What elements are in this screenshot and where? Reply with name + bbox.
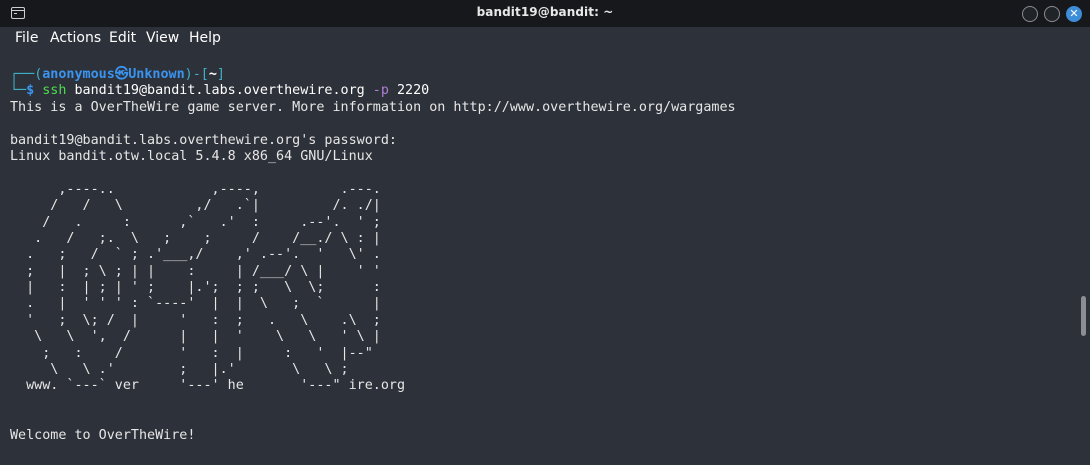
menu-actions[interactable]: Actions — [50, 30, 101, 46]
banner-line: ,----.. ,----, .---. — [10, 181, 381, 197]
title-bar[interactable]: bandit19@bandit: ~ ✕ — [0, 0, 1090, 27]
menu-bar: File Actions Edit View Help — [0, 27, 1090, 50]
banner-line: / . : ,` .' : .--'. ' ; — [10, 214, 381, 230]
terminal-window: bandit19@bandit: ~ ✕ File Actions Edit V… — [0, 0, 1090, 465]
minimize-button[interactable] — [1022, 6, 1038, 22]
prompt-line-command: └─$ ssh bandit19@bandit.labs.overthewire… — [10, 83, 736, 99]
menu-edit[interactable]: Edit — [109, 30, 136, 46]
banner-line: ' ; \; / | ' : ; . \ .\ ; — [10, 312, 381, 328]
welcome-line: Welcome to OverTheWire! — [10, 427, 196, 443]
prompt-at-icon: ㉿ — [114, 67, 129, 82]
command-name: ssh — [42, 83, 67, 99]
terminal-scrollbar[interactable] — [1077, 50, 1090, 465]
banner-line: www. `---` ver '---' he '---" ire.org — [10, 378, 406, 394]
close-button[interactable]: ✕ — [1066, 6, 1082, 22]
menu-view[interactable]: View — [146, 30, 179, 46]
output-line: This is a OverTheWire game server. More … — [10, 99, 736, 115]
menu-help[interactable]: Help — [189, 30, 221, 46]
banner-line: . / ;. \ ; ; / /__./ \ : | — [10, 230, 381, 246]
prompt-corner-bottom: └─ — [10, 83, 27, 99]
menu-file[interactable]: File — [15, 30, 38, 46]
banner-line: | : | ; | ' ; |.'; ; ; \ \; : — [10, 280, 381, 296]
prompt-dir: ~ — [208, 67, 217, 82]
banner-line: ; : / ' : | : ' |--" — [10, 345, 373, 361]
window-title: bandit19@bandit: ~ — [476, 5, 614, 19]
banner-line: . | ' ' ' : `----' | | \ ; ` | — [10, 296, 381, 312]
prompt-line-top: ┌──(anonymous㉿Unknown)-[~] — [10, 67, 736, 83]
terminal-lines: ┌──(anonymous㉿Unknown)-[~] └─$ ssh bandi… — [10, 67, 736, 444]
terminal-output-area[interactable]: ┌──(anonymous㉿Unknown)-[~] └─$ ssh bandi… — [0, 50, 1077, 465]
banner-line: \ \ .' ; |.' \ \ ; — [10, 362, 349, 378]
prompt-dollar: $ — [26, 83, 43, 99]
prompt-host: Unknown — [128, 67, 185, 82]
command-port: 2220 — [388, 83, 430, 99]
maximize-button[interactable] — [1044, 6, 1060, 22]
banner-line: \ \ ', / | | ' \ \ ' \ | — [10, 329, 381, 345]
output-line: Linux bandit.otw.local 5.4.8 x86_64 GNU/… — [10, 148, 373, 164]
banner-line: ; | ; \ ; | | : | /___/ \ | ' ' — [10, 263, 381, 279]
command-args: bandit19@bandit.labs.overthewire.org — [66, 83, 373, 99]
prompt-user: anonymous — [42, 67, 115, 82]
output-line: bandit19@bandit.labs.overthewire.org's p… — [10, 132, 397, 148]
prompt-user-close: ) — [184, 67, 193, 82]
banner-line: . ; / ` ; .'___,/ ,' .--'. ' \' . — [10, 247, 381, 263]
prompt-dir-close: ] — [216, 67, 225, 82]
prompt-corner-top: ┌── — [10, 67, 35, 82]
banner-line: / / \ ,/ .`| /. ./| — [10, 198, 381, 214]
command-flag: -p — [372, 83, 389, 99]
scrollbar-thumb[interactable] — [1081, 296, 1086, 336]
prompt-sep: -[ — [192, 67, 209, 82]
